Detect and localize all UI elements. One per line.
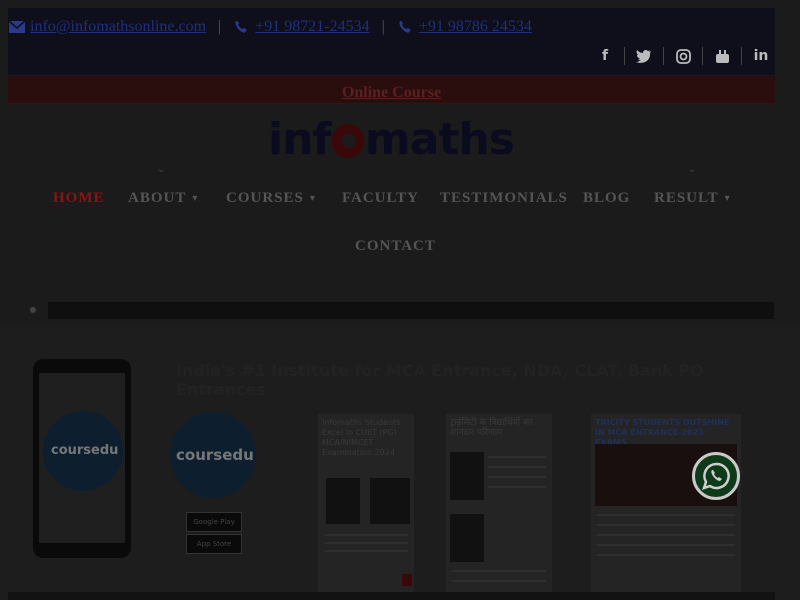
newspaper-clipping-1: Infomaths Students Excel in CUET (PG) MC…: [318, 414, 414, 592]
nav-testimonials[interactable]: TESTIMONIALS: [440, 190, 568, 207]
divider: [624, 47, 625, 65]
site-logo[interactable]: inf maths: [268, 113, 515, 165]
logo-tag: [402, 574, 412, 586]
app-name-large: coursedu: [176, 446, 254, 464]
nav-courses[interactable]: COURSES ▾: [226, 190, 316, 207]
text-line: [324, 534, 408, 536]
facebook-icon[interactable]: f: [595, 46, 615, 66]
nav-blog[interactable]: BLOG: [583, 190, 630, 207]
envelope-icon: [8, 20, 26, 33]
logo-mark-icon: [331, 124, 364, 158]
chevron-down-icon: ▾: [309, 193, 316, 204]
phone2-text: +91 98786 24534: [418, 18, 532, 35]
app-store-button[interactable]: App Store: [186, 534, 242, 554]
phone1-text: +91 98721-24534: [255, 18, 370, 35]
newspaper-clipping-3: TRICITY STUDENTS OUTSHINE IN MCA ENTRANC…: [591, 414, 741, 592]
divider: |: [381, 18, 385, 35]
app-name: coursedu: [51, 443, 119, 458]
text-line: [324, 542, 408, 544]
student-photo: [450, 452, 484, 500]
text-line: [597, 514, 735, 516]
app-logo: coursedu: [170, 412, 256, 498]
instagram-icon[interactable]: [673, 46, 693, 66]
top-bar: info@infomathsonline.com | +91 98721-245…: [8, 8, 775, 75]
divider: [741, 47, 742, 65]
footer-strip: [8, 592, 775, 600]
whatsapp-chat-button[interactable]: [692, 452, 740, 500]
text-line: [488, 486, 546, 488]
email-link[interactable]: info@infomathsonline.com: [8, 18, 206, 36]
phone-screen: coursedu: [39, 373, 125, 543]
text-line: [597, 534, 735, 536]
nav-home[interactable]: HOME: [53, 190, 105, 207]
nav-faculty[interactable]: FACULTY: [342, 190, 419, 207]
chevron-down-icon: ▾: [192, 193, 199, 204]
contact-row: info@infomathsonline.com | +91 98721-245…: [8, 16, 532, 38]
phone-icon: [235, 21, 248, 33]
phone1-link[interactable]: +91 98721-24534: [233, 18, 370, 36]
text-line: [324, 550, 408, 552]
clipping-title: Infomaths Students Excel in CUET (PG) MC…: [322, 418, 401, 457]
nav-contact[interactable]: CONTACT: [355, 238, 436, 255]
whatsapp-icon: [702, 462, 730, 490]
slider-bar: [48, 302, 774, 319]
text-line: [452, 570, 546, 572]
google-play-button[interactable]: Google Play: [186, 512, 242, 532]
clipping-title: ट्राईसिटी के विद्यार्थियों का शानदार परि…: [450, 418, 533, 438]
nav-result-label: RESULT: [654, 190, 719, 206]
nav-courses-label: COURSES: [226, 190, 304, 206]
text-line: [597, 524, 735, 526]
email-text: info@infomathsonline.com: [30, 18, 207, 35]
list-bullet: [30, 307, 36, 313]
chevron-down-icon: ▾: [724, 193, 731, 204]
youtube-icon[interactable]: [712, 46, 732, 66]
text-line: [488, 476, 546, 478]
hero-subline: Prepare with the TOP FACULTY of INDIA!!!: [309, 392, 579, 407]
nav-about[interactable]: ABOUT ▾: [128, 190, 198, 207]
nav-result[interactable]: RESULT ▾: [654, 190, 731, 207]
online-course-link[interactable]: Online Course: [342, 84, 441, 101]
text-line: [597, 554, 735, 556]
main-nav: HOME ABOUT ▾ COURSES ▾ FACULTY TESTIMONI…: [0, 190, 800, 214]
linkedin-icon[interactable]: in: [751, 46, 771, 66]
student-photo: [450, 514, 484, 562]
announcement-banner: Online Course: [8, 76, 775, 104]
divider: [702, 47, 703, 65]
divider: [663, 47, 664, 65]
student-photo: [370, 478, 410, 524]
student-photo: [326, 478, 360, 524]
phone-icon: [399, 21, 411, 33]
phone-mockup: coursedu: [33, 359, 131, 558]
text-line: [488, 466, 546, 468]
logo-text-start: inf: [268, 113, 332, 165]
divider: |: [218, 18, 222, 35]
logo-text-end: maths: [364, 113, 515, 165]
newspaper-clipping-2: ट्राईसिटी के विद्यार्थियों का शानदार परि…: [446, 414, 552, 592]
chevron-down-icon: ⌄: [157, 164, 166, 175]
text-line: [452, 580, 546, 582]
social-links: f in: [595, 46, 771, 66]
chevron-down-icon: ⌄: [688, 164, 697, 175]
text-line: [597, 544, 735, 546]
text-line: [488, 456, 546, 458]
nav-about-label: ABOUT: [128, 190, 187, 206]
twitter-icon[interactable]: [634, 46, 654, 66]
phone2-link[interactable]: +91 98786 24534: [397, 18, 532, 36]
